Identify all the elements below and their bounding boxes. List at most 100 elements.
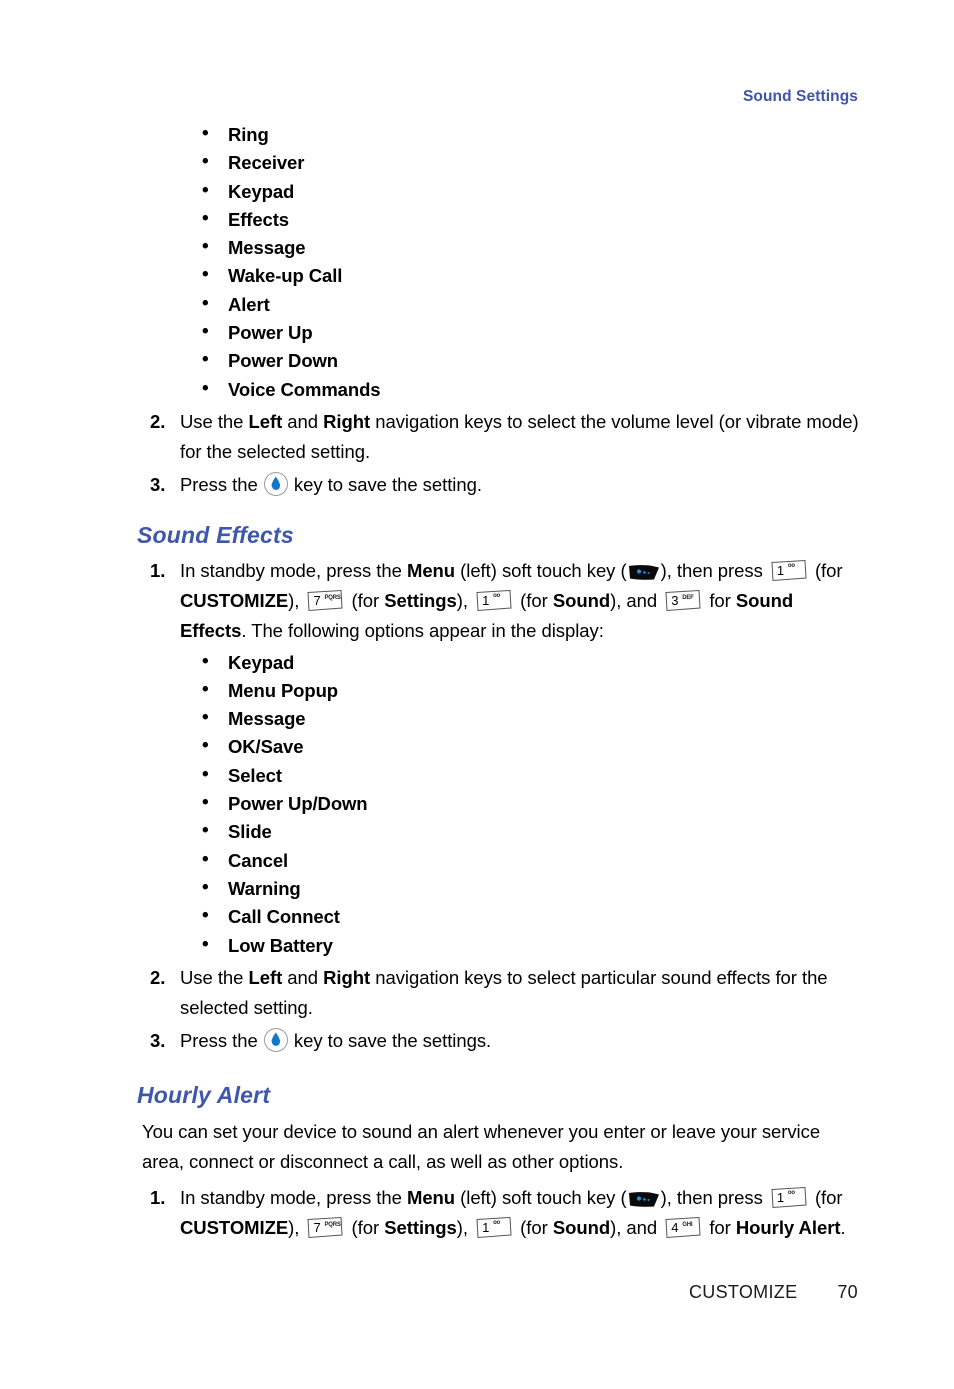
keypad-key-letters: oo [787, 1190, 795, 1197]
step-text-part: (left) soft touch key ( [455, 559, 627, 581]
keypad-key-1-icon: 1 oo [475, 1216, 513, 1240]
keypad-key-letters: DEF [682, 594, 694, 601]
list-item: Keypad [202, 177, 862, 206]
keypad-key-digit: 4 [671, 1220, 679, 1236]
list-item: Warning [202, 874, 862, 903]
step-text-part: (left) soft touch key ( [455, 1187, 627, 1209]
step-text-bold: Menu [406, 1187, 456, 1209]
section-heading-hourly-alert: Hourly Alert [137, 1081, 271, 1108]
step-text-part: ), [456, 1217, 474, 1239]
step-text-part: ), [288, 1217, 305, 1239]
step-text-part: (for [515, 589, 553, 611]
list-item: Power Up [202, 318, 862, 347]
list-item: Power Down [202, 346, 862, 375]
keypad-key-digit: 1 [482, 592, 490, 608]
list-item: Message [202, 704, 862, 733]
list-item: Power Up/Down [202, 789, 862, 818]
step-text-part: key to save the settings. [288, 1029, 492, 1051]
list-item: Call Connect [202, 902, 862, 931]
keypad-key-digit: 1 [776, 562, 785, 578]
step-text-part: . [840, 1217, 846, 1239]
keypad-key-digit: 7 [313, 1220, 321, 1236]
list-item: Message [202, 233, 862, 262]
keypad-key-4-icon: 4 GHI [664, 1216, 702, 1240]
section-heading-sound-effects: Sound Effects [137, 521, 294, 548]
step-text: Use the Left and Right navigation keys t… [180, 963, 862, 1023]
keypad-key-letters: PQRS [324, 594, 341, 601]
step-text-part: In standby mode, press the [180, 559, 407, 581]
menu-soft-touch-key-icon [628, 1192, 659, 1208]
list-item: Wake-up Call [202, 261, 862, 290]
step-text-part: ), [288, 589, 305, 611]
list-item: Ring [202, 120, 862, 149]
step-text-bold: Menu [406, 559, 456, 581]
step-text-part: ), then press [660, 1187, 768, 1209]
ok-confirm-key-icon [263, 471, 288, 496]
step-text-part: In standby mode, press the [180, 1187, 407, 1209]
keypad-key-digit: 7 [313, 592, 321, 608]
keypad-key-digit: 1 [776, 1190, 785, 1206]
step-text-bold: Settings [384, 589, 457, 611]
step-text-part: (for [809, 559, 843, 581]
keypad-key-letters: oo [787, 562, 795, 569]
step-text-part: for [704, 589, 736, 611]
step-sound-effects-3: 3. Press the key to save the settings. [132, 1026, 862, 1056]
footer-page-number: 70 [837, 1282, 858, 1302]
step-number: 3. [150, 473, 166, 495]
list-item: Low Battery [202, 931, 862, 960]
step-text-part: Press the [180, 1029, 263, 1051]
step-text-bold: CUSTOMIZE [180, 1217, 289, 1239]
step-text-part: . The following options appear in the di… [241, 619, 604, 641]
step-text-bold: Hourly Alert [735, 1217, 841, 1239]
keypad-key-1-icon: 1 oo [770, 1186, 808, 1210]
keypad-key-1-icon: 1 oo [475, 589, 513, 613]
step-text-bold: Right [323, 410, 371, 432]
list-item: Select [202, 761, 862, 790]
step-number: 2. [150, 966, 166, 988]
sound-effects-options-list: Keypad Menu Popup Message OK/Save Select… [132, 648, 862, 960]
step-sound-effects-2: 2. Use the Left and Right navigation key… [132, 963, 862, 1023]
list-item: OK/Save [202, 732, 862, 761]
step-text-bold: Right [323, 966, 371, 988]
volume-settings-list: Ring Receiver Keypad Effects Message Wak… [132, 120, 862, 404]
keypad-key-7-icon: 7 PQRS [306, 1216, 344, 1240]
step-number: 3. [150, 1029, 166, 1051]
keypad-key-digit: 3 [671, 592, 679, 608]
hourly-alert-intro-paragraph: You can set your device to sound an aler… [142, 1121, 821, 1173]
step-text-part: and [282, 410, 324, 432]
step-volume-2: 2. Use the Left and Right navigation key… [132, 407, 862, 467]
step-volume-3: 3. Press the key to save the setting. [132, 470, 862, 500]
step-text-part: ), and [610, 1217, 663, 1239]
step-text-bold: Settings [384, 1217, 457, 1239]
list-item: Slide [202, 817, 862, 846]
list-item: Keypad [202, 648, 862, 677]
footer-chapter-label: CUSTOMIZE [689, 1282, 798, 1302]
list-item: Menu Popup [202, 676, 862, 705]
step-number: 1. [150, 559, 166, 581]
keypad-key-7-icon: 7 PQRS [306, 589, 344, 613]
keypad-key-letters: oo [493, 1220, 501, 1227]
step-text-part: (for [809, 1187, 843, 1209]
step-text-part: key to save the setting. [288, 473, 482, 495]
list-item: Voice Commands [202, 375, 862, 404]
step-text-bold: Sound [552, 1217, 611, 1239]
list-item: Receiver [202, 148, 862, 177]
step-text-part: (for [346, 589, 385, 611]
ok-confirm-key-icon [263, 1027, 288, 1052]
keypad-key-letters: GHI [682, 1222, 693, 1229]
list-item: Cancel [202, 846, 862, 875]
step-text-bold: CUSTOMIZE [180, 589, 289, 611]
keypad-key-letters: PQRS [324, 1222, 341, 1229]
step-text-part: ), [456, 589, 474, 611]
step-text-part: for [704, 1217, 736, 1239]
step-hourly-alert-1: 1. In standby mode, press the Menu (left… [132, 1183, 862, 1243]
step-text-part: Use the [180, 410, 249, 432]
step-text: In standby mode, press the Menu (left) s… [180, 1183, 862, 1243]
step-text-part: and [282, 966, 324, 988]
keypad-key-digit: 1 [482, 1220, 490, 1236]
page-footer: CUSTOMIZE 70 [689, 1282, 858, 1303]
step-number: 2. [150, 410, 166, 432]
step-text: Press the key to save the settings. [180, 1026, 862, 1056]
list-item: Effects [202, 205, 862, 234]
step-text: Press the key to save the setting. [180, 470, 862, 500]
